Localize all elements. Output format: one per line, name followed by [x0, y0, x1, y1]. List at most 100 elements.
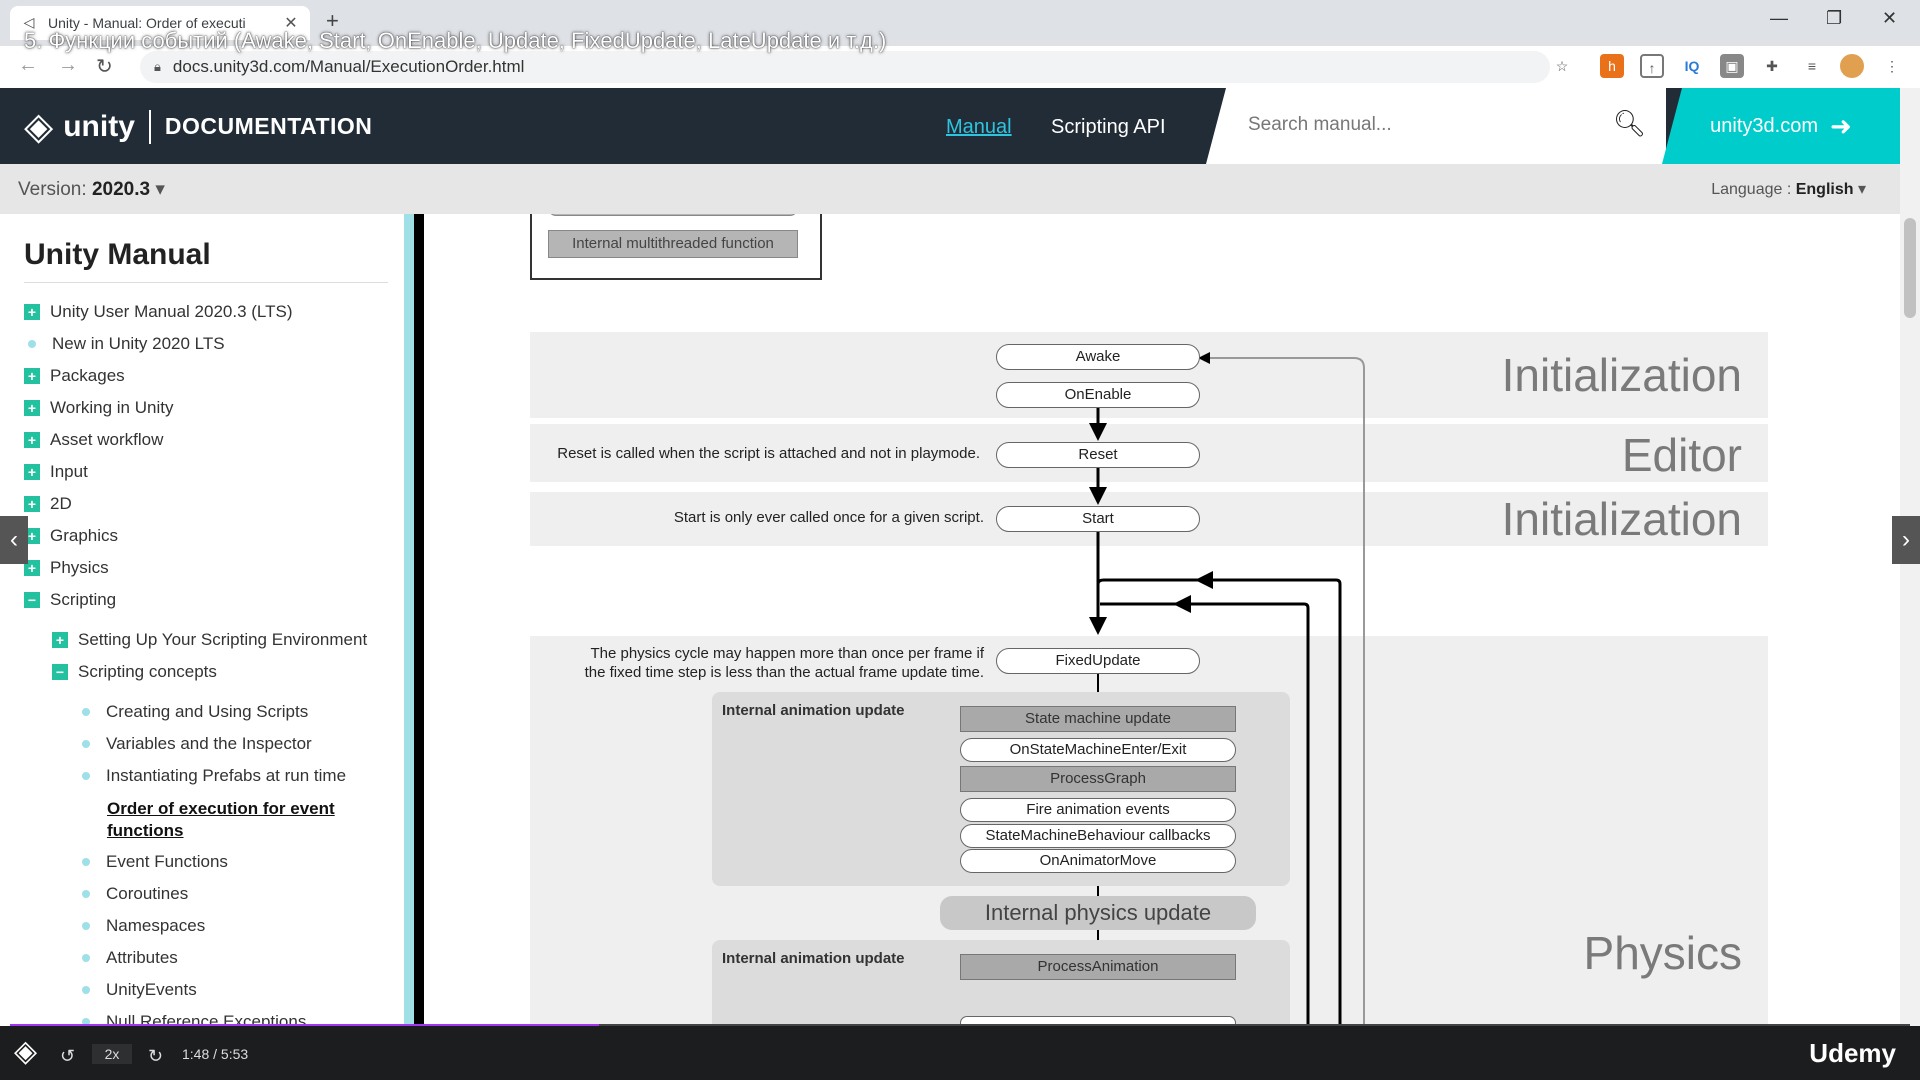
sidebar-item[interactable]: UnityEvents — [78, 980, 197, 1000]
expand-icon[interactable]: + — [24, 368, 40, 384]
sidebar-item[interactable]: + Input — [24, 462, 88, 482]
content-area: Internal multithreaded function Initiali… — [424, 214, 1900, 1026]
collapse-icon[interactable]: − — [52, 664, 68, 680]
player-logo-icon: ◈ — [14, 1035, 38, 1068]
logo-section: DOCUMENTATION — [164, 113, 373, 139]
nav-manual[interactable]: Manual — [946, 116, 1012, 139]
back-icon[interactable]: ← — [18, 54, 38, 77]
sidebar-item-label: Input — [50, 462, 88, 481]
bullet-icon — [82, 708, 90, 716]
minimize-icon[interactable]: — — [1770, 8, 1788, 29]
expand-icon[interactable]: + — [24, 400, 40, 416]
sidebar-item-label: Creating and Using Scripts — [106, 702, 309, 721]
sidebar-item[interactable]: + Physics — [24, 558, 109, 578]
rewind-icon[interactable]: ↺ — [60, 1046, 75, 1067]
sidebar-item-label: Instantiating Prefabs at run time — [106, 766, 347, 785]
sidebar-item-label: Asset workflow — [50, 430, 164, 449]
collapse-icon[interactable]: − — [24, 592, 40, 608]
expand-icon[interactable]: + — [52, 632, 68, 648]
expand-icon[interactable]: + — [24, 304, 40, 320]
forward-icon[interactable]: → — [58, 54, 78, 77]
extension-icon[interactable]: h — [1600, 54, 1624, 78]
sidebar-item[interactable]: Event Functions — [78, 852, 228, 872]
extension-icon[interactable]: IQ — [1680, 54, 1704, 78]
expand-icon[interactable]: + — [24, 496, 40, 512]
sidebar-item[interactable]: Variables and the Inspector — [78, 734, 312, 754]
browser-chrome: ◁ Unity - Manual: Order of executi ✕ + —… — [0, 0, 1920, 88]
sidebar-item[interactable]: + Unity User Manual 2020.3 (LTS) — [24, 302, 293, 322]
sidebar-item[interactable]: + Packages — [24, 366, 125, 386]
reload-icon[interactable]: ↻ — [96, 54, 113, 79]
unity-logo[interactable]: ◈ unity DOCUMENTATION — [24, 104, 372, 149]
node-onanimatormove: OnAnimatorMove — [960, 849, 1236, 873]
divider — [24, 282, 388, 283]
speed-button[interactable]: 2x — [92, 1044, 132, 1064]
chevron-down-icon: ▾ — [1853, 181, 1866, 198]
node-awake: Awake — [996, 344, 1200, 370]
sidebar-item[interactable]: Attributes — [78, 948, 178, 968]
sidebar-item[interactable]: Instantiating Prefabs at run time — [78, 766, 346, 786]
close-window-icon[interactable]: ✕ — [1882, 8, 1897, 29]
note-reset: Reset is called when the script is attac… — [557, 445, 980, 462]
forward-icon[interactable]: ↻ — [148, 1046, 163, 1067]
star-icon[interactable]: ☆ — [1550, 54, 1574, 78]
language-value: English — [1795, 181, 1854, 198]
language-label: Language : — [1711, 181, 1796, 198]
search-input[interactable]: Search manual... — [1248, 114, 1392, 136]
next-arrow-icon[interactable]: › — [1892, 516, 1920, 564]
sidebar-item-label: Setting Up Your Scripting Environment — [78, 630, 368, 649]
address-bar[interactable]: 🔒︎ docs.unity3d.com/Manual/ExecutionOrde… — [140, 51, 1550, 83]
sidebar-item[interactable]: + Working in Unity — [24, 398, 173, 418]
panel-animation-update: Internal animation update — [712, 940, 1290, 1026]
puzzle-icon[interactable]: ✚ — [1760, 54, 1784, 78]
chevron-down-icon: ▾ — [150, 179, 165, 200]
version-selector[interactable]: Version: 2020.3 ▾ — [18, 178, 165, 201]
version-value: 2020.3 — [91, 179, 151, 200]
sidebar-item-label: New in Unity 2020 LTS — [52, 334, 225, 353]
sidebar-item[interactable]: + Asset workflow — [24, 430, 163, 450]
sidebar-item-label: Variables and the Inspector — [106, 734, 312, 753]
bullet-icon — [82, 986, 90, 994]
sidebar-item[interactable]: + Graphics — [24, 526, 118, 546]
node-fire-animation-events: Fire animation events — [960, 798, 1236, 822]
bullet-icon — [82, 890, 90, 898]
scrollbar-thumb[interactable] — [1904, 218, 1916, 318]
sidebar-item[interactable]: − Scripting — [24, 590, 116, 610]
sidebar-item[interactable]: Coroutines — [78, 884, 188, 904]
node-internal-physics: Internal physics update — [940, 896, 1256, 930]
bullet-icon — [82, 772, 90, 780]
sidebar-item[interactable]: Creating and Using Scripts — [78, 702, 308, 722]
bullet-icon — [82, 922, 90, 930]
sidebar-item[interactable]: − Scripting concepts — [52, 662, 217, 682]
avatar[interactable] — [1840, 54, 1864, 78]
search-icon[interactable]: 🔍︎ — [1613, 108, 1646, 139]
sidebar-item-label: Working in Unity — [50, 398, 174, 417]
sidebar-item-label: Attributes — [106, 948, 178, 967]
time-display: 1:48 / 5:53 — [182, 1046, 249, 1062]
sidebar-item[interactable]: +2D — [24, 494, 72, 514]
sidebar-item[interactable]: + Setting Up Your Scripting Environment — [52, 630, 367, 650]
playlist-icon[interactable]: ≡ — [1800, 54, 1824, 78]
unity3d-link-button[interactable]: unity3d.com ➜ — [1662, 88, 1900, 164]
version-bar: Version: 2020.3 ▾ Language : English ▾ — [0, 164, 1900, 214]
sidebar-item-label: Graphics — [50, 526, 119, 545]
sidebar-item-current[interactable]: Order of execution for event functions — [107, 798, 357, 842]
note-start: Start is only ever called once for a giv… — [673, 509, 984, 526]
restore-icon[interactable]: ❐ — [1826, 8, 1842, 29]
logo-divider — [148, 109, 151, 144]
note-physics-1: The physics cycle may happen more than o… — [590, 645, 984, 662]
expand-icon[interactable]: + — [24, 464, 40, 480]
sidebar-item[interactable]: Namespaces — [78, 916, 205, 936]
extension-icon[interactable]: ▣ — [1720, 54, 1744, 78]
bullet-icon — [28, 340, 36, 348]
expand-icon[interactable]: + — [24, 432, 40, 448]
nav-scripting-api[interactable]: Scripting API — [1051, 116, 1166, 139]
node-state-machine-update: State machine update — [960, 706, 1236, 732]
sidebar-item[interactable]: New in Unity 2020 LTS — [24, 334, 225, 354]
video-player-bar — [0, 1026, 1920, 1080]
prev-arrow-icon[interactable]: ‹ — [0, 516, 28, 564]
menu-icon[interactable]: ⋮ — [1880, 54, 1904, 78]
extension-icon[interactable]: ↑ — [1640, 54, 1664, 78]
search-box[interactable]: Search manual... 🔍︎ — [1206, 88, 1666, 164]
language-selector[interactable]: Language : English ▾ — [1711, 179, 1866, 199]
